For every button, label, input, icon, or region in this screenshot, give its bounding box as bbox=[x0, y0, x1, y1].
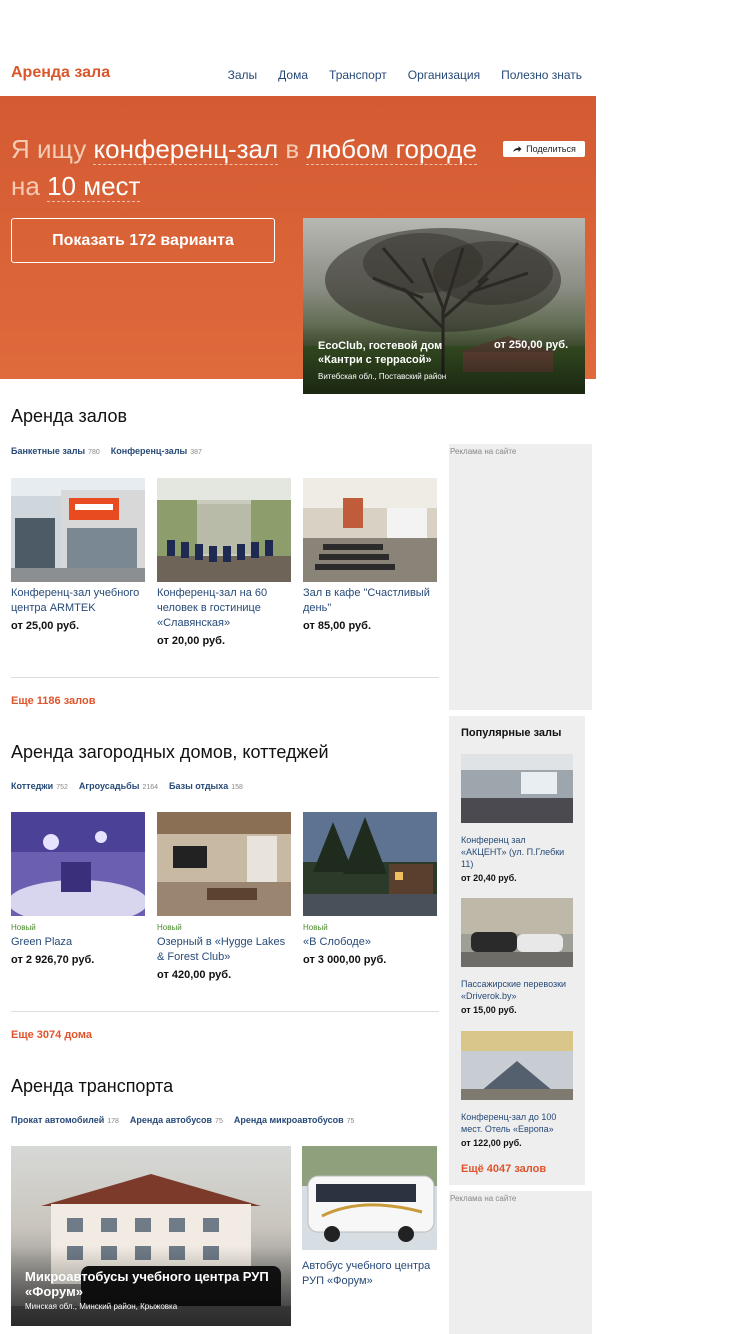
houses-section-title: Аренда загородных домов, коттеджей bbox=[11, 742, 329, 762]
popular-halls-panel: Популярные залы Конференц зал «АКЦЕНТ» (… bbox=[449, 716, 585, 1185]
transport-categories: Прокат автомобилей 178 Аренда автобусов 75… bbox=[11, 1115, 354, 1125]
ad-banner-bottom[interactable]: Реклама на сайте bbox=[449, 1191, 592, 1334]
more-houses-link[interactable]: Еще 3074 дома bbox=[11, 1029, 92, 1041]
more-halls-link[interactable]: Еще 1186 залов bbox=[11, 695, 95, 707]
transport-section-title: Аренда транспорта bbox=[11, 1076, 174, 1096]
houses-categories: Коттеджи 752 Агроусадьбы 2164 Базы отдыха 1… bbox=[11, 781, 243, 791]
popular-item[interactable]: Конференц зал «АКЦЕНТ» (ул. П.Глебки 11)… bbox=[461, 754, 573, 883]
nav-item-useful[interactable]: Полезно знать bbox=[501, 68, 582, 82]
house-card[interactable]: Новый Green Plaza от 2 926,70 руб. bbox=[11, 812, 145, 966]
category-car-rental[interactable]: Прокат автомобилей 178 bbox=[11, 1115, 119, 1125]
category-agro-estates[interactable]: Агроусадьбы 2164 bbox=[79, 781, 158, 791]
hall-card[interactable]: Зал в кафе "Счастливый день" от 85,00 ру… bbox=[303, 478, 437, 632]
transport-card[interactable]: Автобус учебного центра РУП «Форум» bbox=[302, 1146, 437, 1289]
nav-item-transport[interactable]: Транспорт bbox=[329, 68, 387, 82]
house-photo bbox=[303, 812, 437, 916]
new-badge: Новый bbox=[11, 923, 36, 932]
search-sentence-line-1: Я ищу конференц-зал в любом городе bbox=[11, 134, 477, 165]
house-card[interactable]: Новый «В Слободе» от 3 000,00 руб. bbox=[303, 812, 437, 966]
hall-card[interactable]: Конференц-зал учебного центра ARMTEK от … bbox=[11, 478, 145, 632]
hall-photo bbox=[303, 478, 437, 582]
transport-featured-title: Микроавтобусы учебного центра РУП «Форум… bbox=[25, 1269, 269, 1299]
popular-item[interactable]: Конференц-зал до 100 мест. Отель «Европа… bbox=[461, 1031, 573, 1148]
transport-featured-location: Минская обл., Минский район, Крыжовка bbox=[25, 1302, 178, 1311]
halls-categories: Банкетные залы 780 Конференц-залы 387 bbox=[11, 446, 202, 456]
hall-card[interactable]: Конференц-зал на 60 человек в гостинице … bbox=[157, 478, 291, 647]
hall-title: Конференц-зал на 60 человек в гостинице … bbox=[157, 587, 268, 629]
popular-title: Пассажирские перевозки «Driverok.by» bbox=[461, 979, 567, 1001]
category-conference-halls[interactable]: Конференц-залы 387 bbox=[111, 446, 202, 456]
popular-photo bbox=[461, 754, 573, 823]
ad-label: Реклама на сайте bbox=[450, 1194, 517, 1203]
category-recreation-centers[interactable]: Базы отдыха 158 bbox=[169, 781, 243, 791]
category-bus-rental[interactable]: Аренда автобусов 75 bbox=[130, 1115, 223, 1125]
house-card[interactable]: Новый Озерный в «Hygge Lakes & Forest Cl… bbox=[157, 812, 291, 981]
category-minibus-rental[interactable]: Аренда микроавтобусов 75 bbox=[234, 1115, 355, 1125]
search-sentence-line-2: на 10 мест bbox=[11, 171, 141, 202]
transport-featured-card[interactable]: Микроавтобусы учебного центра РУП «Форум… bbox=[11, 1146, 291, 1326]
featured-venue-card[interactable]: EcoClub, гостевой дом «Кантри с террасой… bbox=[303, 218, 585, 394]
house-price: от 2 926,70 руб. bbox=[11, 954, 95, 966]
category-cottages[interactable]: Коттеджи 752 bbox=[11, 781, 68, 791]
popular-halls-title: Популярные залы bbox=[461, 727, 562, 739]
search-connector: в bbox=[285, 134, 300, 164]
popular-item[interactable]: Пассажирские перевозки «Driverok.by» от … bbox=[461, 898, 573, 1015]
share-icon bbox=[513, 146, 522, 152]
house-photo bbox=[11, 812, 145, 916]
ad-label: Реклама на сайте bbox=[450, 447, 517, 456]
house-photo bbox=[157, 812, 291, 916]
featured-location: Витебская обл., Поставский район bbox=[318, 372, 447, 381]
hall-price: от 25,00 руб. bbox=[11, 620, 80, 632]
section-divider bbox=[11, 677, 439, 678]
nav-item-halls[interactable]: Залы bbox=[228, 68, 258, 82]
ad-banner-top[interactable]: Реклама на сайте bbox=[449, 444, 592, 710]
house-title: Озерный в «Hygge Lakes & Forest Club» bbox=[157, 936, 286, 963]
popular-more-link[interactable]: Ещё 4047 залов bbox=[461, 1163, 546, 1175]
section-divider bbox=[11, 1011, 439, 1012]
hall-title: Зал в кафе "Счастливый день" bbox=[303, 587, 430, 614]
share-button[interactable]: Поделиться bbox=[503, 141, 585, 157]
capacity-prefix: на bbox=[11, 171, 40, 201]
category-banquet-halls[interactable]: Банкетные залы 780 bbox=[11, 446, 100, 456]
new-badge: Новый bbox=[303, 923, 328, 932]
house-price: от 3 000,00 руб. bbox=[303, 954, 387, 966]
search-prefix: Я ищу bbox=[11, 134, 87, 164]
hall-photo bbox=[11, 478, 145, 582]
nav-item-organization[interactable]: Организация bbox=[408, 68, 480, 82]
featured-title: EcoClub, гостевой дом «Кантри с террасой… bbox=[318, 340, 443, 366]
main-nav: Залы Дома Транспорт Организация Полезно … bbox=[228, 68, 582, 82]
popular-title: Конференц-зал до 100 мест. Отель «Европа… bbox=[461, 1112, 557, 1134]
popular-photo bbox=[461, 898, 573, 967]
hall-price: от 85,00 руб. bbox=[303, 620, 372, 632]
popular-price: от 122,00 руб. bbox=[461, 1138, 522, 1148]
house-title: Green Plaza bbox=[11, 936, 73, 948]
hall-price: от 20,00 руб. bbox=[157, 635, 226, 647]
bus-title: Автобус учебного центра РУП «Форум» bbox=[302, 1260, 431, 1287]
popular-price: от 15,00 руб. bbox=[461, 1005, 517, 1015]
show-results-button[interactable]: Показать 172 варианта bbox=[11, 218, 275, 263]
hall-photo bbox=[157, 478, 291, 582]
popular-title: Конференц зал «АКЦЕНТ» (ул. П.Глебки 11) bbox=[461, 835, 565, 869]
popular-photo bbox=[461, 1031, 573, 1100]
halls-section-title: Аренда залов bbox=[11, 406, 128, 426]
house-title: «В Слободе» bbox=[303, 936, 371, 948]
house-price: от 420,00 руб. bbox=[157, 969, 232, 981]
hall-title: Конференц-зал учебного центра ARMTEK bbox=[11, 587, 140, 614]
share-label: Поделиться bbox=[526, 144, 576, 154]
site-header: Аренда зала Залы Дома Транспорт Организа… bbox=[0, 60, 596, 96]
nav-item-houses[interactable]: Дома bbox=[278, 68, 308, 82]
site-logo[interactable]: Аренда зала bbox=[11, 64, 110, 82]
capacity-selector[interactable]: 10 мест bbox=[47, 171, 141, 202]
venue-type-selector[interactable]: конференц-зал bbox=[93, 134, 279, 165]
featured-price: от 250,00 руб. bbox=[494, 339, 569, 351]
popular-price: от 20,40 руб. bbox=[461, 873, 517, 883]
new-badge: Новый bbox=[157, 923, 182, 932]
bus-photo bbox=[302, 1146, 437, 1250]
city-selector[interactable]: любом городе bbox=[306, 134, 477, 165]
